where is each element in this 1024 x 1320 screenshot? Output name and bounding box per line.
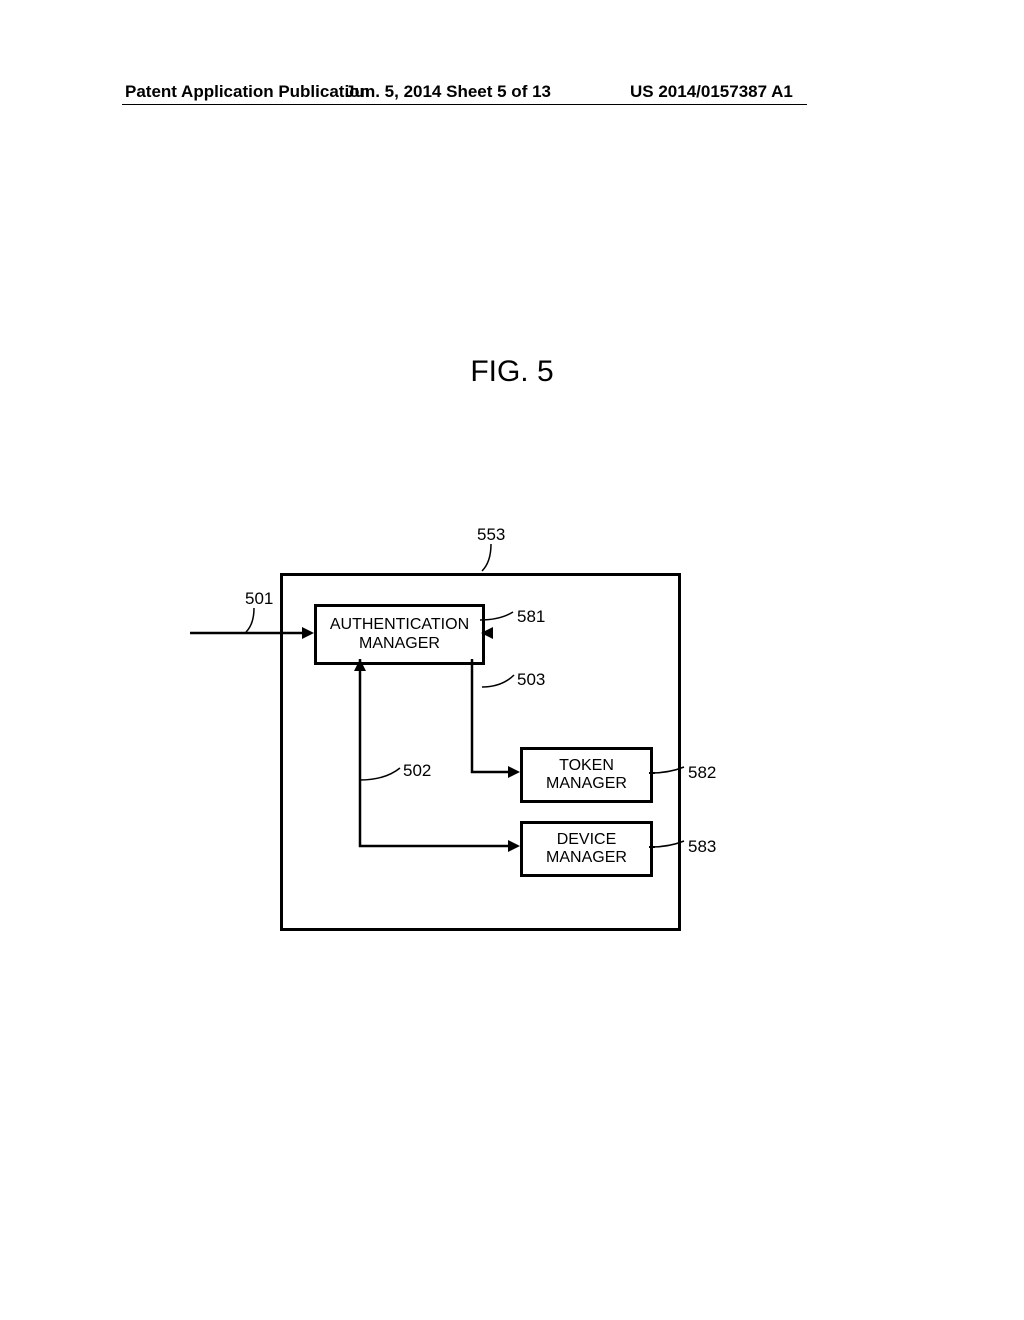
figure-caption: FIG. 5 bbox=[0, 355, 1024, 389]
page: Patent Application Publication Jun. 5, 2… bbox=[0, 0, 1024, 1320]
header-rule bbox=[122, 104, 807, 105]
ref-553: 553 bbox=[477, 525, 505, 545]
tick-582 bbox=[649, 769, 659, 779]
leader-553 bbox=[488, 544, 518, 574]
ref-581: 581 bbox=[517, 607, 545, 627]
block-token-manager: TOKEN MANAGER bbox=[520, 747, 653, 803]
ref-501: 501 bbox=[245, 589, 273, 609]
header-right: US 2014/0157387 A1 bbox=[630, 82, 793, 102]
ref-582: 582 bbox=[688, 763, 716, 783]
diagram: AUTHENTICATION MANAGER TOKEN MANAGER DEV… bbox=[190, 525, 750, 955]
arrow-501-in bbox=[190, 624, 320, 644]
arrow-502 bbox=[352, 659, 532, 869]
block-token-label: TOKEN MANAGER bbox=[546, 757, 627, 794]
block-authentication-manager: AUTHENTICATION MANAGER bbox=[314, 604, 485, 665]
block-device-label: DEVICE MANAGER bbox=[546, 831, 627, 868]
header-left: Patent Application Publication bbox=[125, 82, 370, 102]
tick-583 bbox=[649, 843, 659, 853]
block-auth-label: AUTHENTICATION MANAGER bbox=[330, 616, 469, 653]
header-center: Jun. 5, 2014 Sheet 5 of 13 bbox=[345, 82, 551, 102]
block-device-manager: DEVICE MANAGER bbox=[520, 821, 653, 877]
ref-583: 583 bbox=[688, 837, 716, 857]
arrow-into-auth-right bbox=[481, 624, 521, 644]
